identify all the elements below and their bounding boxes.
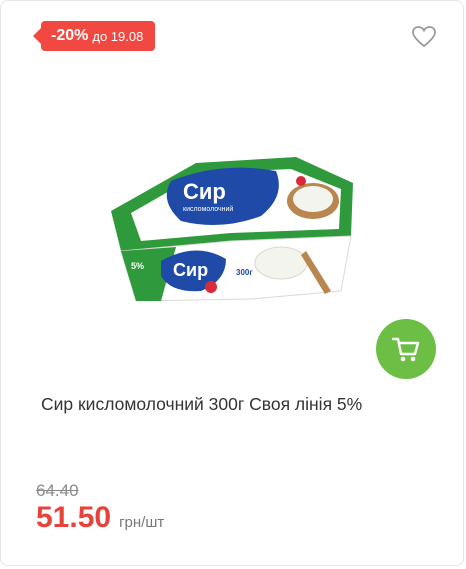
add-to-cart-button[interactable]	[376, 319, 436, 379]
discount-badge: -20% до 19.08	[32, 21, 156, 51]
pack-front-bowl	[254, 246, 308, 280]
discount-until: до 19.08	[92, 28, 144, 44]
pack-weight-label: 300г	[236, 268, 253, 277]
product-card[interactable]: -20% до 19.08 Сир кисломолочний Сир 5% 3…	[0, 0, 464, 566]
pack-lid-name: Сир	[183, 179, 226, 204]
strawberry	[205, 281, 217, 293]
cart-icon	[391, 337, 420, 362]
current-price: 51.50	[36, 501, 112, 534]
price-row: 51.50 грн/шт	[36, 501, 164, 535]
product-image[interactable]: Сир кисломолочний Сир 5% 300г	[101, 141, 371, 311]
pack-front-name: Сир	[173, 260, 208, 280]
favorite-button[interactable]	[411, 25, 437, 49]
price-unit: грн/шт	[119, 514, 165, 531]
pack-fat-label: 5%	[131, 261, 144, 271]
heart-icon	[412, 26, 436, 48]
pack-lid-subtitle: кисломолочний	[183, 205, 233, 213]
old-price: 64.40	[36, 481, 79, 500]
discount-percent: -20%	[51, 27, 89, 44]
strawberry	[296, 176, 306, 186]
product-title[interactable]: Сир кисломолочний 300г Своя лінія 5%	[41, 394, 441, 415]
